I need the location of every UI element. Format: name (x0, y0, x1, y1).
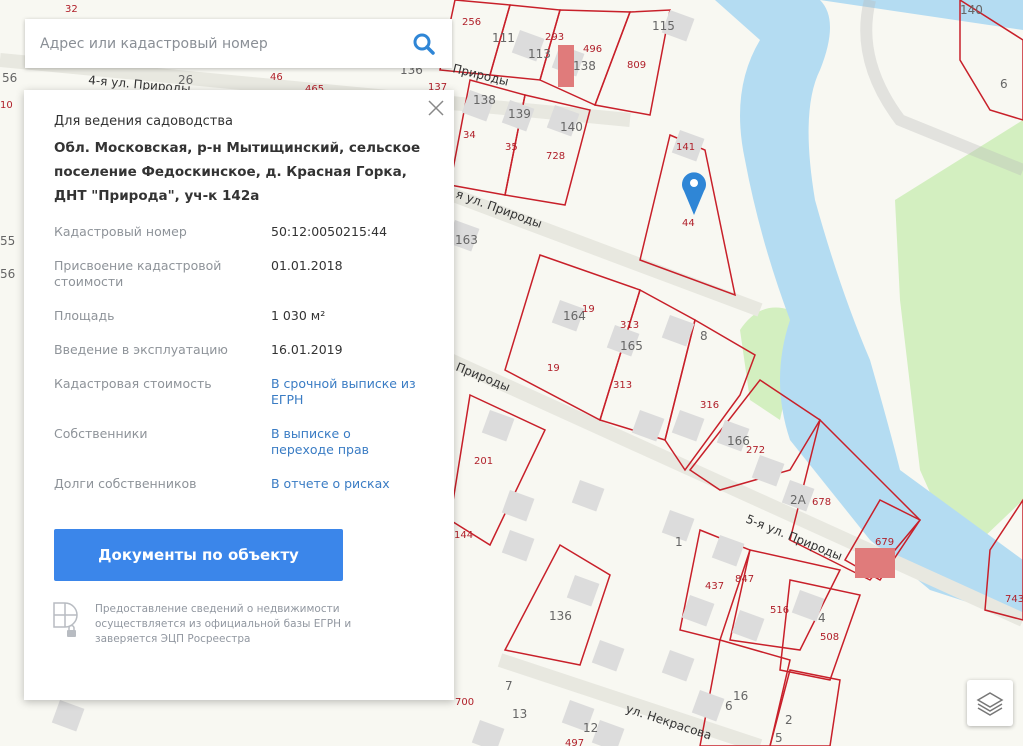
parcel-number-label: 163 (455, 233, 478, 247)
parcel-number-label: 678 (812, 497, 831, 508)
parcel-number-label: 139 (508, 107, 531, 121)
search-input[interactable] (38, 34, 412, 53)
parcel-number-label: 56 (0, 267, 15, 281)
parcel-number-label: 313 (620, 320, 639, 331)
layers-button[interactable] (967, 680, 1013, 726)
parcel-number-label: 16 (733, 689, 748, 703)
parcel-number-label: 6 (725, 699, 733, 713)
parcel-number-label: 138 (573, 59, 596, 73)
parcel-number-label: 115 (652, 19, 675, 33)
row-value: 16.01.2019 (271, 342, 343, 357)
row-label: Собственники (54, 426, 148, 441)
object-documents-button[interactable]: Документы по объекту (54, 529, 343, 581)
parcel-number-label: 496 (583, 44, 602, 55)
parcel-number-label: 141 (676, 142, 695, 153)
parcel-number-label: 10 (0, 100, 13, 111)
parcel-number-label: 728 (546, 151, 565, 162)
parcel-number-label: 35 (505, 142, 518, 153)
building-highlighted (855, 548, 895, 578)
parcel-number-label: 32 (65, 4, 78, 15)
parcel-number-label: 26 (178, 73, 193, 87)
parcel-number-label: 316 (700, 400, 719, 411)
owners-link[interactable]: В выписке о переходе прав (271, 426, 391, 458)
parcel-number-label: 56 (2, 71, 17, 85)
search-bar (25, 19, 452, 68)
layers-icon (976, 692, 1004, 716)
parcel-number-label: 5 (775, 731, 783, 745)
risk-report-link[interactable]: В отчете о рисках (271, 476, 441, 492)
parcel-number-label: 8 (700, 329, 708, 343)
parcel-number-label: 46 (270, 72, 283, 83)
row-label: Присвоение кадастровой стоимости (54, 258, 222, 289)
row-label: Кадастровый номер (54, 224, 187, 239)
parcel-number-label: 256 (462, 17, 481, 28)
parcel-number-label: 293 (545, 32, 564, 43)
parcel-info-card: Для ведения садоводства Обл. Московская,… (24, 90, 454, 700)
parcel-number-label: 2А (790, 493, 807, 507)
close-icon[interactable] (428, 100, 444, 116)
parcel-number-label: 6 (1000, 77, 1008, 91)
parcel-number-label: 516 (770, 605, 789, 616)
parcel-number-label: 201 (474, 456, 493, 467)
parcel-number-label: 1 (675, 535, 683, 549)
parcel-number-label: 809 (627, 60, 646, 71)
parcel-number-label: 55 (0, 234, 15, 248)
parcel-number-label: 19 (547, 363, 560, 374)
row-label: Площадь (54, 308, 115, 323)
parcel-number-label: 2 (785, 713, 793, 727)
egrn-note: Предоставление сведений о недвижимости о… (95, 603, 352, 645)
parcel-number-label: 13 (512, 707, 527, 721)
parcel-number-label: 272 (746, 445, 765, 456)
parcel-number-label: 847 (735, 574, 754, 585)
row-label: Долги собственников (54, 476, 197, 491)
row-value: 01.01.2018 (271, 258, 343, 273)
land-purpose: Для ведения садоводства (54, 114, 233, 129)
parcel-number-label: 437 (705, 581, 724, 592)
parcel-number-label: 679 (875, 537, 894, 548)
cadastral-value-link[interactable]: В срочной выписке из ЕГРН (271, 376, 441, 408)
parcel-number-label: 34 (463, 130, 476, 141)
parcel-number-label: 144 (454, 530, 473, 541)
parcel-number-label: 7 (505, 679, 513, 693)
parcel-number-label: 12 (583, 721, 598, 735)
parcel-number-label: 743 (1005, 594, 1023, 605)
parcel-address: Обл. Московская, р-н Мытищинский, сельск… (54, 140, 421, 204)
parcel-number-label: 138 (473, 93, 496, 107)
parcel-number-label: 140 (960, 3, 983, 17)
parcel-number-label: 700 (455, 697, 474, 708)
parcel-number-label: 111 (492, 31, 515, 45)
parcel-number-label: 44 (682, 218, 695, 229)
parcel-number-label: 19 (582, 304, 595, 315)
row-value: 1 030 м² (271, 308, 326, 323)
parcel-number-label: 136 (549, 609, 572, 623)
search-icon[interactable] (412, 32, 436, 56)
parcel-number-label: 165 (620, 339, 643, 353)
registry-lock-icon (53, 602, 78, 637)
parcel-number-label: 508 (820, 632, 839, 643)
building-highlighted (558, 45, 574, 87)
row-value: 50:12:0050215:44 (271, 224, 388, 239)
parcel-number-label: 497 (565, 738, 584, 746)
parcel-number-label: 313 (613, 380, 632, 391)
parcel-number-label: 4 (818, 611, 826, 625)
row-label: Введение в эксплуатацию (54, 342, 228, 357)
parcel-number-label: 140 (560, 120, 583, 134)
row-label: Кадастровая стоимость (54, 376, 212, 391)
parcel-number-label: 113 (528, 47, 551, 61)
